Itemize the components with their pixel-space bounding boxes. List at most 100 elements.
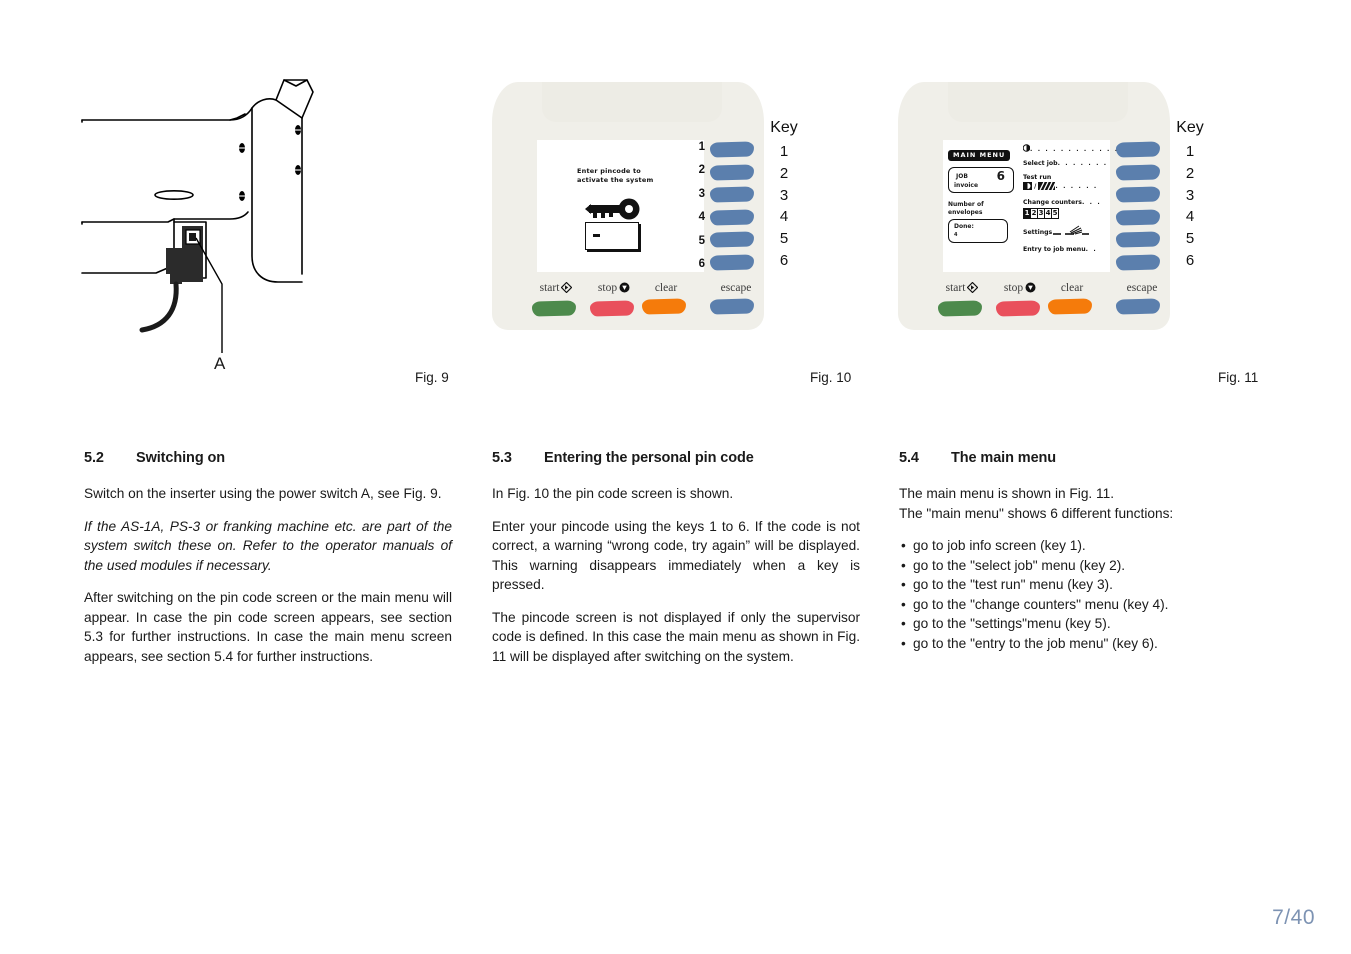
section-5-2-paragraph-1: Switch on the inserter using the power s… [84, 486, 442, 501]
counter-segment: 5 [1051, 208, 1059, 219]
side-key-1[interactable] [709, 141, 755, 158]
clear-button[interactable] [641, 298, 687, 315]
section-5-2-number: 5.2 [84, 450, 104, 466]
start-button[interactable] [937, 300, 983, 317]
escape-button-group[interactable]: escape [1115, 278, 1168, 315]
stop-button[interactable] [589, 300, 635, 317]
start-button-label: start [945, 282, 966, 294]
stop-button[interactable] [995, 300, 1041, 317]
side-key-4[interactable] [1115, 209, 1161, 226]
key-legend-number: 1 [1185, 143, 1195, 160]
key-legend-number: 5 [1185, 230, 1195, 248]
section-5-2: 5.2 Switching on Switch on the inserter u… [84, 450, 452, 679]
side-key-3[interactable] [709, 186, 755, 203]
stop-button-label: stop [1003, 282, 1024, 294]
stop-button-group[interactable]: stop [589, 278, 638, 317]
contrast-icon [1023, 182, 1032, 193]
settings-hand-icon [1052, 225, 1090, 240]
clear-button[interactable] [1047, 298, 1093, 315]
key-legend-number: 2 [1185, 164, 1195, 182]
menu-label-change-counters: Change counters [1023, 199, 1082, 206]
escape-button[interactable] [709, 298, 755, 315]
section-5-3-number: 5.3 [492, 450, 512, 466]
function-button-row-fig10: start stop clear escape [531, 278, 757, 322]
section-5-2-paragraph-2: If the AS-1A, PS-3 or franking machine e… [84, 518, 452, 573]
clear-button-label: clear [1060, 282, 1084, 294]
start-button-group[interactable]: start [531, 278, 580, 317]
job-box: JOB 6 invoice [948, 167, 1014, 193]
bullet-item: go to the "change counters" menu (key 4)… [899, 595, 1267, 615]
side-key-5[interactable] [1115, 231, 1161, 248]
menu-dots: . . . . . . . [1057, 160, 1108, 167]
section-5-2-heading: 5.2 Switching on [84, 450, 452, 466]
side-key-2[interactable] [709, 164, 755, 181]
key-legend-number: 1 [779, 143, 789, 160]
section-5-4-bullet-list: go to job info screen (key 1). go to the… [899, 536, 1267, 653]
envelopes-label: Number of envelopes [948, 201, 1022, 216]
section-5-3-paragraph-2: Enter your pincode using the keys 1 to 6… [492, 518, 860, 593]
escape-button[interactable] [1115, 298, 1161, 315]
stop-button-group[interactable]: stop [995, 278, 1044, 317]
key-legend-title: Key [770, 119, 798, 136]
pincode-input-box[interactable] [585, 222, 639, 250]
panel-key-number: 3 [698, 187, 705, 200]
mainmenu-title-badge: MAIN MENU [948, 149, 1011, 161]
pincode-message-line1: Enter pincode to [577, 167, 641, 175]
clear-button-group[interactable]: clear [641, 278, 690, 315]
lcd-display-pincode: Enter pincode to activate the system [537, 140, 704, 272]
menu-dots: . . . [1081, 199, 1102, 206]
escape-button-label: escape [720, 282, 752, 294]
bullet-item: go to the "settings"menu (key 5). [899, 614, 1267, 634]
panel-key-numbers-fig10: 1 2 3 4 5 6 [689, 141, 705, 270]
section-5-3: 5.3 Entering the personal pin code In Fig… [492, 450, 860, 679]
side-key-3[interactable] [1115, 186, 1161, 203]
panel-key-number: 6 [698, 257, 705, 270]
mainmenu-left-column: MAIN MENU JOB 6 invoice Number of envelo… [948, 144, 1022, 243]
key-legend-number: 3 [1185, 186, 1195, 204]
section-5-3-heading: 5.3 Entering the personal pin code [492, 450, 860, 466]
menu-row-entry-to-job-menu[interactable]: Entry to job menu. . [1023, 246, 1109, 254]
bullet-item: go to the "entry to the job menu" (key 6… [899, 634, 1267, 654]
panel-key-number: 4 [698, 211, 705, 224]
start-button-group[interactable]: start [937, 278, 986, 317]
side-key-2[interactable] [1115, 164, 1161, 181]
menu-label-test-run: Test run [1023, 174, 1052, 181]
clear-button-group[interactable]: clear [1047, 278, 1096, 315]
menu-label-settings: Settings [1023, 229, 1053, 236]
side-key-1[interactable] [1115, 141, 1161, 158]
side-key-4[interactable] [709, 209, 755, 226]
figure-9-caption: Fig. 9 [415, 370, 449, 385]
key-legend-number: 3 [779, 186, 789, 204]
key-legend-number: 4 [779, 208, 789, 226]
panel-key-number: 5 [698, 234, 705, 247]
bullet-item: go to the "select job" menu (key 2). [899, 556, 1267, 576]
side-key-5[interactable] [709, 231, 755, 248]
key-icon [585, 198, 643, 225]
side-key-6[interactable] [709, 254, 755, 271]
start-button[interactable] [531, 300, 577, 317]
menu-label-entry-job: Entry to job menu [1023, 246, 1086, 253]
menu-row-test-run[interactable]: Test run / . . . . . . [1023, 174, 1109, 193]
envelopes-label-line1: Number of [948, 201, 984, 208]
job-info-icon [1022, 144, 1031, 153]
menu-row-change-counters[interactable]: Change counters. . . 1 2 3 4 5 [1023, 199, 1109, 219]
panel-key-number: 2 [698, 164, 705, 177]
menu-dots: . . . . . . [1055, 183, 1098, 190]
hatch-icon [1038, 181, 1057, 193]
figure-11-caption: Fig. 11 [1218, 370, 1259, 385]
menu-row-select-job[interactable]: Select job. . . . . . . [1023, 160, 1109, 168]
menu-row-job-info[interactable]: . . . . . . . . . . . . [1022, 144, 1117, 154]
key-legend-number: 5 [779, 230, 789, 248]
section-5-4-title: The main menu [951, 450, 1057, 466]
start-diamond-icon [561, 280, 573, 298]
menu-row-settings[interactable]: Settings [1023, 225, 1109, 240]
side-key-6[interactable] [1115, 254, 1161, 271]
key-legend-number: 6 [779, 251, 789, 269]
side-keys-fig11 [1115, 141, 1161, 271]
clear-button-label: clear [654, 282, 678, 294]
stop-circle-icon [619, 280, 630, 298]
done-value: 4 [954, 232, 958, 238]
stop-circle-icon [1025, 280, 1036, 298]
escape-button-group[interactable]: escape [709, 278, 762, 315]
mainmenu-items: . . . . . . . . . . . . Select job. . . … [1022, 144, 1117, 260]
